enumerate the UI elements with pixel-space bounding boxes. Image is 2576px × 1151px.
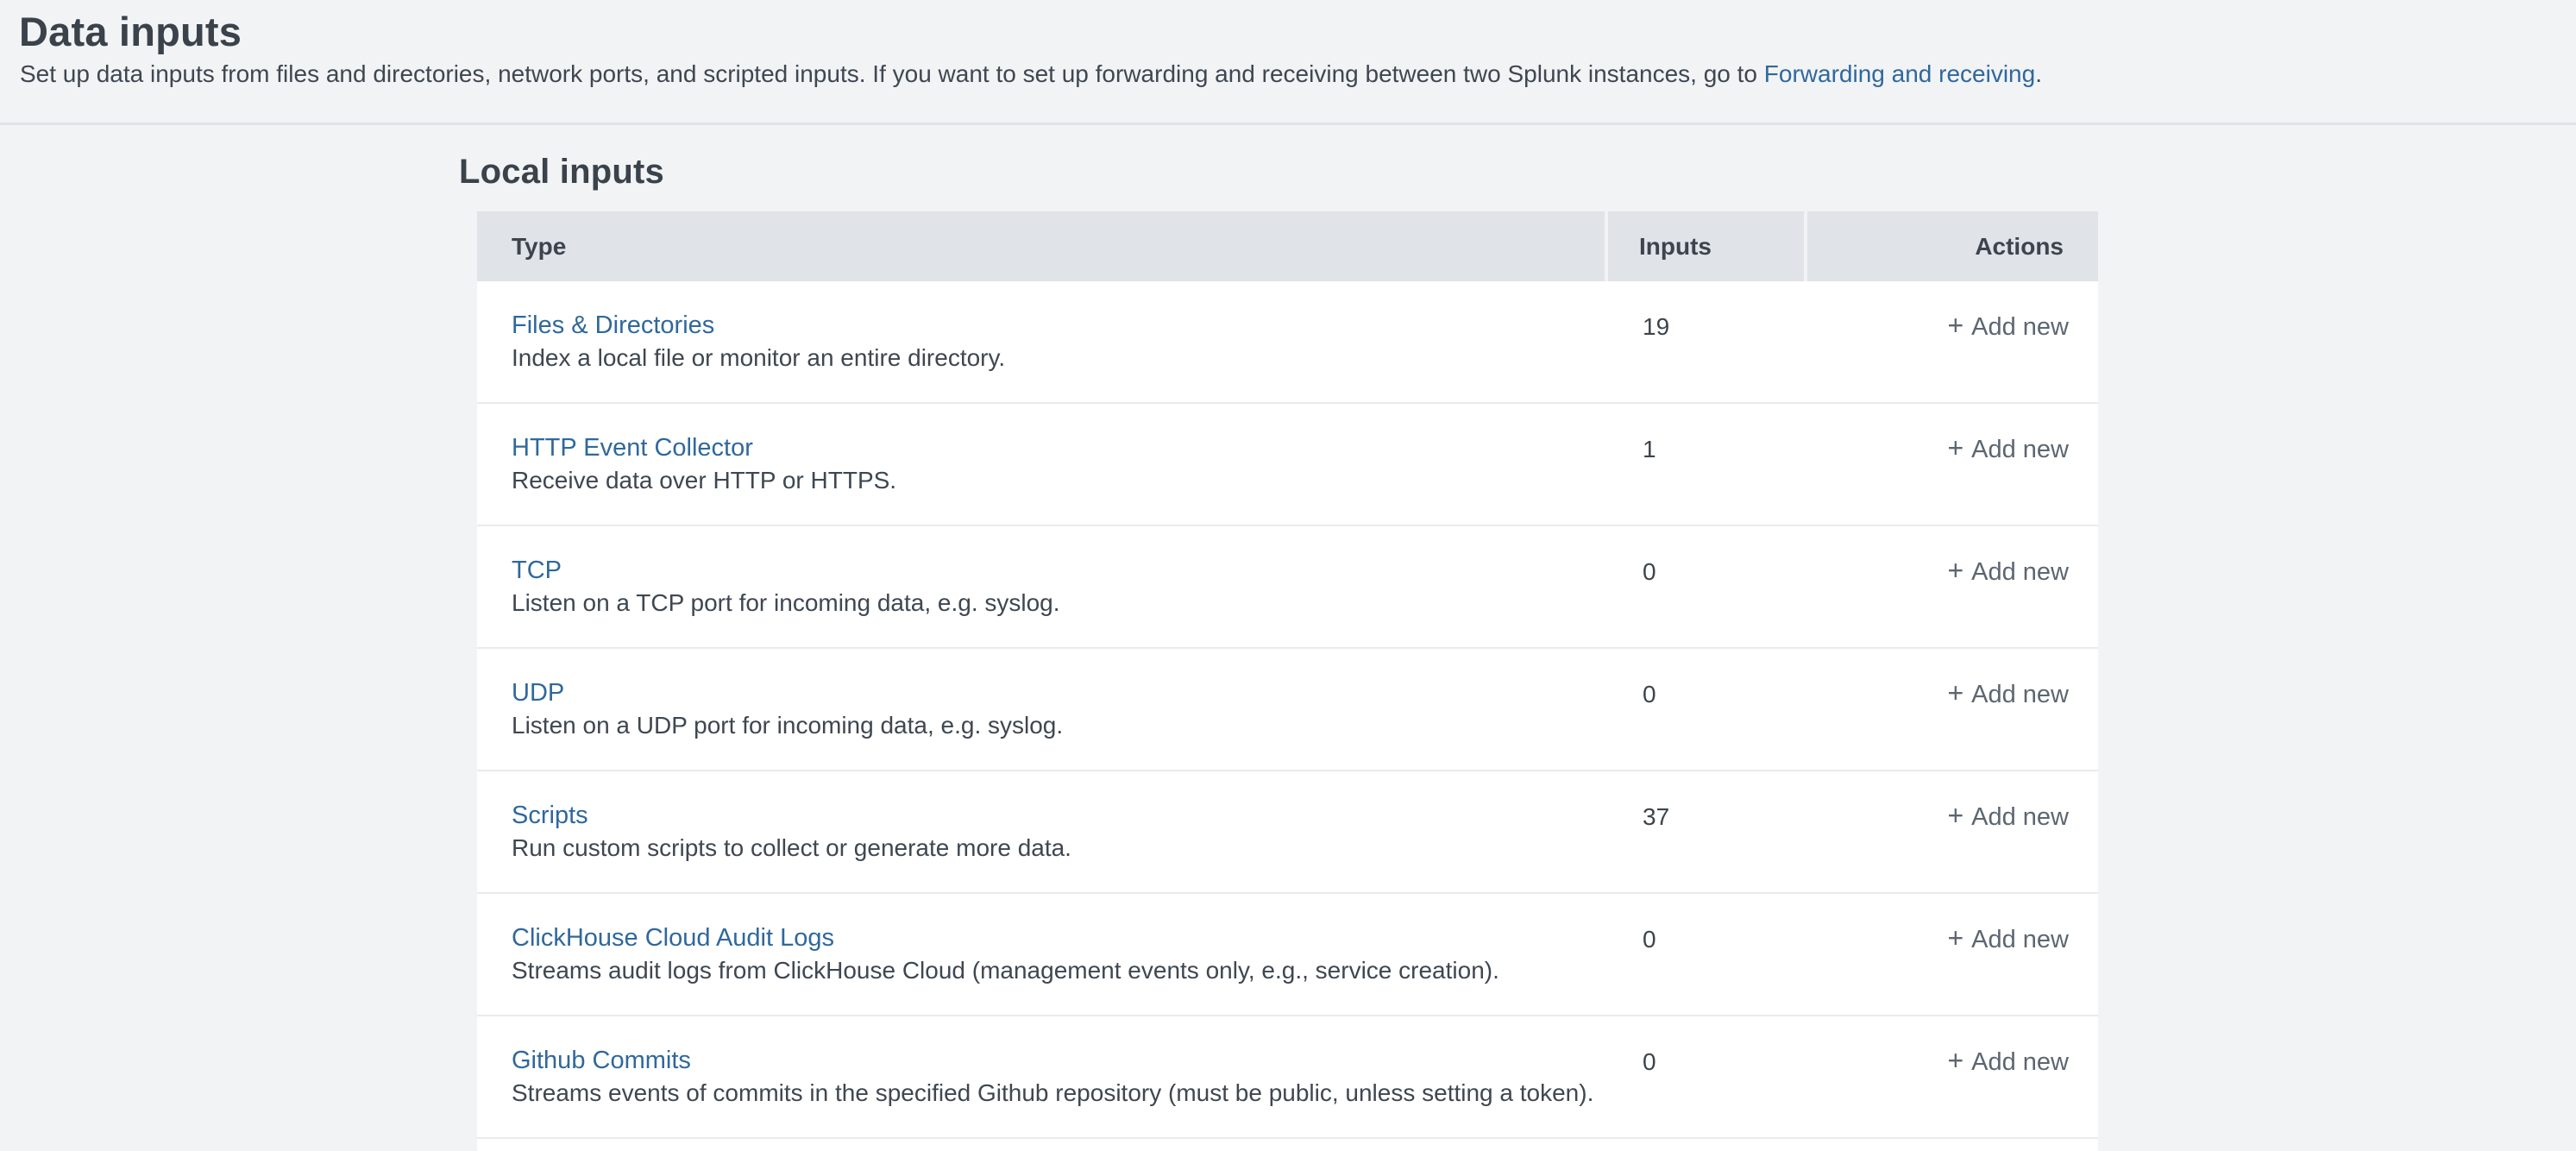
add-new-button[interactable]: + Add new	[1947, 554, 2069, 588]
plus-icon: +	[1947, 1045, 1963, 1076]
input-type-link[interactable]: Files & Directories	[512, 309, 714, 342]
table-row: HTTP Event Collector Receive data over H…	[477, 404, 2098, 526]
column-header-type: Type	[477, 211, 1605, 281]
partial-next-row	[477, 1139, 2098, 1151]
local-inputs-heading: Local inputs	[459, 151, 664, 192]
add-new-label: Add new	[1971, 803, 2069, 831]
input-type-link[interactable]: ClickHouse Cloud Audit Logs	[512, 921, 834, 954]
add-new-button[interactable]: + Add new	[1947, 1044, 2069, 1079]
inputs-count: 1	[1643, 433, 1656, 466]
table-header-row: Type Inputs Actions	[477, 211, 2098, 281]
input-type-link[interactable]: UDP	[512, 676, 564, 709]
add-new-label: Add new	[1971, 313, 2069, 341]
input-type-description: Streams audit logs from ClickHouse Cloud…	[512, 954, 1499, 987]
add-new-button[interactable]: + Add new	[1947, 921, 2069, 956]
column-header-actions: Actions	[1807, 211, 2098, 281]
local-inputs-table: Type Inputs Actions Files & Directories …	[477, 211, 2098, 1151]
inputs-count: 0	[1643, 678, 1656, 711]
add-new-label: Add new	[1971, 1048, 2069, 1076]
page-header-band: Data inputs Set up data inputs from file…	[0, 0, 2576, 125]
input-type-link[interactable]: Github Commits	[512, 1044, 691, 1077]
table-row: TCP Listen on a TCP port for incoming da…	[477, 526, 2098, 649]
inputs-count: 37	[1643, 801, 1669, 833]
add-new-label: Add new	[1971, 436, 2069, 463]
input-type-description: Receive data over HTTP or HTTPS.	[512, 464, 896, 497]
input-type-link[interactable]: TCP	[512, 554, 562, 587]
page-subtitle-suffix: .	[2035, 60, 2042, 87]
input-type-description: Index a local file or monitor an entire …	[512, 342, 1005, 374]
table-row: Github Commits Streams events of commits…	[477, 1016, 2098, 1139]
table-row: UDP Listen on a UDP port for incoming da…	[477, 649, 2098, 771]
page-subtitle: Set up data inputs from files and direct…	[20, 59, 2042, 90]
add-new-button[interactable]: + Add new	[1947, 799, 2069, 833]
input-type-link[interactable]: Scripts	[512, 799, 588, 832]
table-row: ClickHouse Cloud Audit Logs Streams audi…	[477, 894, 2098, 1016]
plus-icon: +	[1947, 555, 1963, 586]
input-type-description: Streams events of commits in the specifi…	[512, 1077, 1593, 1110]
add-new-button[interactable]: + Add new	[1947, 309, 2069, 343]
forwarding-receiving-link[interactable]: Forwarding and receiving	[1764, 60, 2035, 87]
plus-icon: +	[1947, 677, 1963, 708]
table-body: Files & Directories Index a local file o…	[477, 281, 2098, 1139]
inputs-count: 0	[1643, 923, 1656, 956]
table-row: Files & Directories Index a local file o…	[477, 281, 2098, 404]
plus-icon: +	[1947, 922, 1963, 953]
add-new-label: Add new	[1971, 926, 2069, 953]
plus-icon: +	[1947, 800, 1963, 831]
plus-icon: +	[1947, 432, 1963, 463]
add-new-button[interactable]: + Add new	[1947, 676, 2069, 711]
inputs-count: 19	[1643, 311, 1669, 343]
page-subtitle-text: Set up data inputs from files and direct…	[20, 60, 1764, 87]
table-row: Scripts Run custom scripts to collect or…	[477, 771, 2098, 894]
column-header-inputs: Inputs	[1608, 211, 1804, 281]
add-new-label: Add new	[1971, 681, 2069, 708]
inputs-count: 0	[1643, 556, 1656, 588]
input-type-link[interactable]: HTTP Event Collector	[512, 431, 753, 464]
input-type-description: Listen on a TCP port for incoming data, …	[512, 587, 1060, 620]
input-type-description: Listen on a UDP port for incoming data, …	[512, 709, 1063, 742]
inputs-count: 0	[1643, 1046, 1656, 1079]
add-new-button[interactable]: + Add new	[1947, 431, 2069, 466]
input-type-description: Run custom scripts to collect or generat…	[512, 832, 1071, 865]
plus-icon: +	[1947, 310, 1963, 341]
add-new-label: Add new	[1971, 558, 2069, 586]
page-title: Data inputs	[19, 9, 242, 55]
